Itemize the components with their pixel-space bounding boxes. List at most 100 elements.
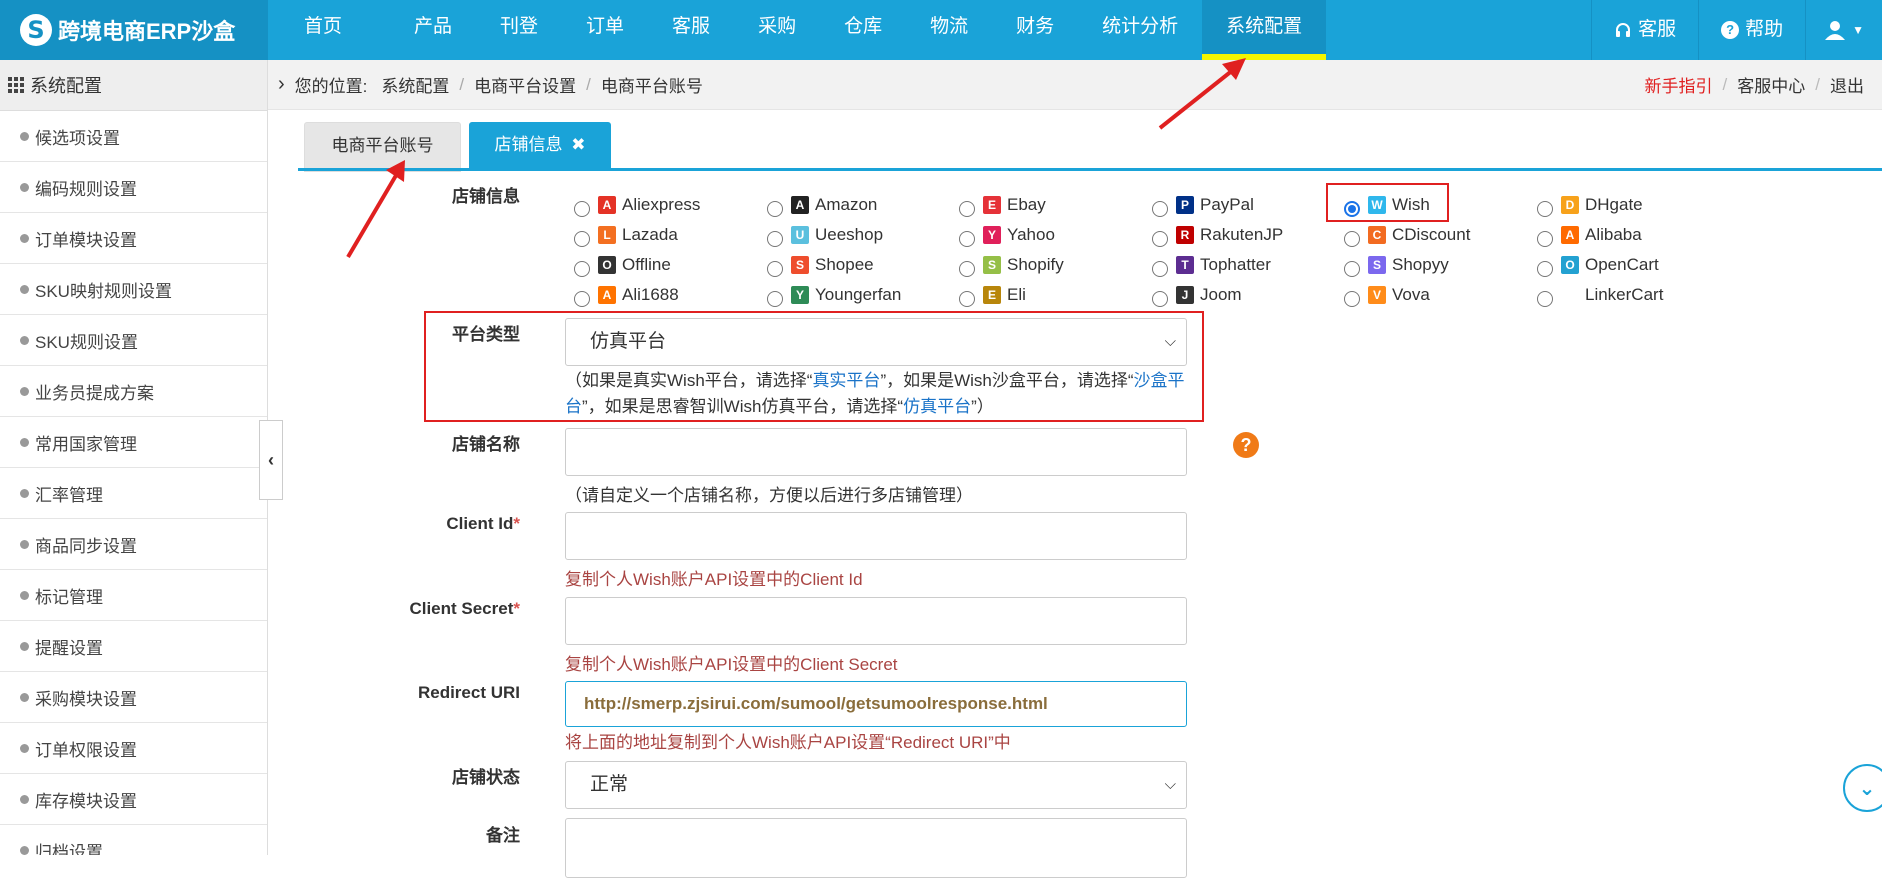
radio-button[interactable]: [959, 291, 975, 307]
nav-finance[interactable]: 财务: [992, 0, 1078, 60]
sidebar-item-coding-rules[interactable]: 编码规则设置: [0, 162, 267, 213]
radio-button[interactable]: [574, 261, 590, 277]
help-icon[interactable]: ?: [1233, 432, 1259, 458]
breadcrumb-item[interactable]: 系统配置: [381, 72, 449, 97]
tab-platform-accounts[interactable]: 电商平台账号: [304, 122, 461, 172]
radio-button[interactable]: [1537, 261, 1553, 277]
remark-input[interactable]: [565, 818, 1187, 878]
sidebar-item-sku-mapping[interactable]: SKU映射规则设置: [0, 264, 267, 315]
platform-option-ebay[interactable]: E Ebay: [959, 190, 1046, 220]
radio-button[interactable]: [1152, 201, 1168, 217]
required-mark: *: [513, 514, 520, 533]
shopify-icon: S: [983, 256, 1001, 274]
brand-logo[interactable]: S 跨境电商ERP沙盒: [0, 0, 268, 60]
breadcrumb-item[interactable]: 电商平台设置: [474, 72, 576, 97]
radio-button[interactable]: [574, 201, 590, 217]
nav-customer-service[interactable]: 客服: [648, 0, 734, 60]
radio-button[interactable]: [767, 261, 783, 277]
radio-button[interactable]: [1344, 231, 1360, 247]
nav-listing[interactable]: 刊登: [476, 0, 562, 60]
radio-button[interactable]: [1152, 261, 1168, 277]
service-label: 客服: [1638, 19, 1677, 40]
platform-option-tophatter[interactable]: T Tophatter: [1152, 250, 1271, 280]
radio-button[interactable]: [1344, 291, 1360, 307]
platform-option-shopee[interactable]: S Shopee: [767, 250, 874, 280]
platform-option-rakutenjp[interactable]: R RakutenJP: [1152, 220, 1283, 250]
platform-option-ali1688[interactable]: A Ali1688: [574, 280, 679, 310]
platform-option-paypal[interactable]: P PayPal: [1152, 190, 1254, 220]
radio-button[interactable]: [1537, 201, 1553, 217]
platform-label: Alibaba: [1585, 225, 1642, 244]
sidebar-item-reminders[interactable]: 提醒设置: [0, 621, 267, 672]
radio-button[interactable]: [959, 261, 975, 277]
radio-button[interactable]: [767, 231, 783, 247]
sidebar-item-countries[interactable]: 常用国家管理: [0, 417, 267, 468]
nav-purchasing[interactable]: 采购: [734, 0, 820, 60]
platform-option-shopyy[interactable]: S Shopyy: [1344, 250, 1449, 280]
help-button[interactable]: ? 帮助: [1698, 0, 1805, 60]
sidebar-item-purchase-module[interactable]: 采购模块设置: [0, 672, 267, 723]
redirect-uri-input[interactable]: http://smerp.zjsirui.com/sumool/getsumoo…: [565, 681, 1187, 727]
platform-option-opencart[interactable]: O OpenCart: [1537, 250, 1659, 280]
sidebar-item-product-sync[interactable]: 商品同步设置: [0, 519, 267, 570]
radio-button[interactable]: [1537, 291, 1553, 307]
client-secret-input[interactable]: [565, 597, 1187, 645]
sidebar-item-order-permissions[interactable]: 订单权限设置: [0, 723, 267, 774]
nav-orders[interactable]: 订单: [562, 0, 648, 60]
guide-link[interactable]: 新手指引: [1645, 72, 1713, 97]
platform-option-youngerfan[interactable]: Y Youngerfan: [767, 280, 901, 310]
sidebar-item-order-module[interactable]: 订单模块设置: [0, 213, 267, 264]
sidebar-item-commission[interactable]: 业务员提成方案: [0, 366, 267, 417]
platform-option-joom[interactable]: J Joom: [1152, 280, 1242, 310]
platform-option-aliexpress[interactable]: A Aliexpress: [574, 190, 700, 220]
logout-link[interactable]: 退出: [1830, 72, 1864, 97]
platform-option-offline[interactable]: O Offline: [574, 250, 671, 280]
radio-button[interactable]: [959, 201, 975, 217]
sidebar-collapse-button[interactable]: ‹: [259, 420, 283, 500]
sidebar-item-tags[interactable]: 标记管理: [0, 570, 267, 621]
service-center-link[interactable]: 客服中心: [1737, 72, 1805, 97]
sidebar-item-inventory-module[interactable]: 库存模块设置: [0, 774, 267, 825]
nav-home[interactable]: 首页: [280, 0, 390, 60]
platform-option-alibaba[interactable]: A Alibaba: [1537, 220, 1642, 250]
tab-store-info[interactable]: 店铺信息 ✖: [469, 122, 611, 170]
radio-button[interactable]: [959, 231, 975, 247]
sidebar-item-label: SKU映射规则设置: [35, 281, 172, 301]
nav-warehouse[interactable]: 仓库: [820, 0, 906, 60]
service-button[interactable]: 客服: [1591, 0, 1698, 60]
scroll-down-button[interactable]: ⌄: [1843, 764, 1882, 812]
breadcrumb-item[interactable]: 电商平台账号: [601, 72, 703, 97]
radio-button[interactable]: [574, 231, 590, 247]
radio-button[interactable]: [574, 291, 590, 307]
platform-option-ueeshop[interactable]: U Ueeshop: [767, 220, 883, 250]
client-id-input[interactable]: [565, 512, 1187, 560]
chevron-down-circle-icon: ⌄: [1858, 777, 1876, 800]
platform-option-shopify[interactable]: S Shopify: [959, 250, 1064, 280]
platform-option-lazada[interactable]: L Lazada: [574, 220, 678, 250]
radio-button[interactable]: [767, 291, 783, 307]
nav-system-config[interactable]: 系统配置: [1202, 0, 1327, 60]
store-name-input[interactable]: [565, 428, 1187, 476]
radio-button[interactable]: [1344, 261, 1360, 277]
sidebar-item-archive[interactable]: 归档设置: [0, 825, 267, 855]
close-icon[interactable]: ✖: [571, 135, 585, 154]
radio-button[interactable]: [767, 201, 783, 217]
sidebar-item-sku-rules[interactable]: SKU规则设置: [0, 315, 267, 366]
platform-option-amazon[interactable]: A Amazon: [767, 190, 877, 220]
radio-button[interactable]: [1152, 231, 1168, 247]
user-menu-button[interactable]: ▼: [1805, 0, 1882, 60]
nav-logistics[interactable]: 物流: [906, 0, 992, 60]
platform-option-linkercart[interactable]: LinkerCart: [1537, 280, 1663, 310]
nav-statistics[interactable]: 统计分析: [1078, 0, 1202, 60]
platform-option-vova[interactable]: V Vova: [1344, 280, 1430, 310]
nav-products[interactable]: 产品: [390, 0, 476, 60]
radio-button[interactable]: [1537, 231, 1553, 247]
platform-option-cdiscount[interactable]: C CDiscount: [1344, 220, 1470, 250]
store-status-select[interactable]: 正常 ⌵: [565, 761, 1187, 809]
sidebar-item-candidate-options[interactable]: 候选项设置: [0, 111, 267, 162]
platform-option-eli[interactable]: E Eli: [959, 280, 1026, 310]
platform-option-dhgate[interactable]: D DHgate: [1537, 190, 1643, 220]
platform-option-yahoo[interactable]: Y Yahoo: [959, 220, 1055, 250]
radio-button[interactable]: [1152, 291, 1168, 307]
sidebar-item-exchange-rate[interactable]: 汇率管理: [0, 468, 267, 519]
